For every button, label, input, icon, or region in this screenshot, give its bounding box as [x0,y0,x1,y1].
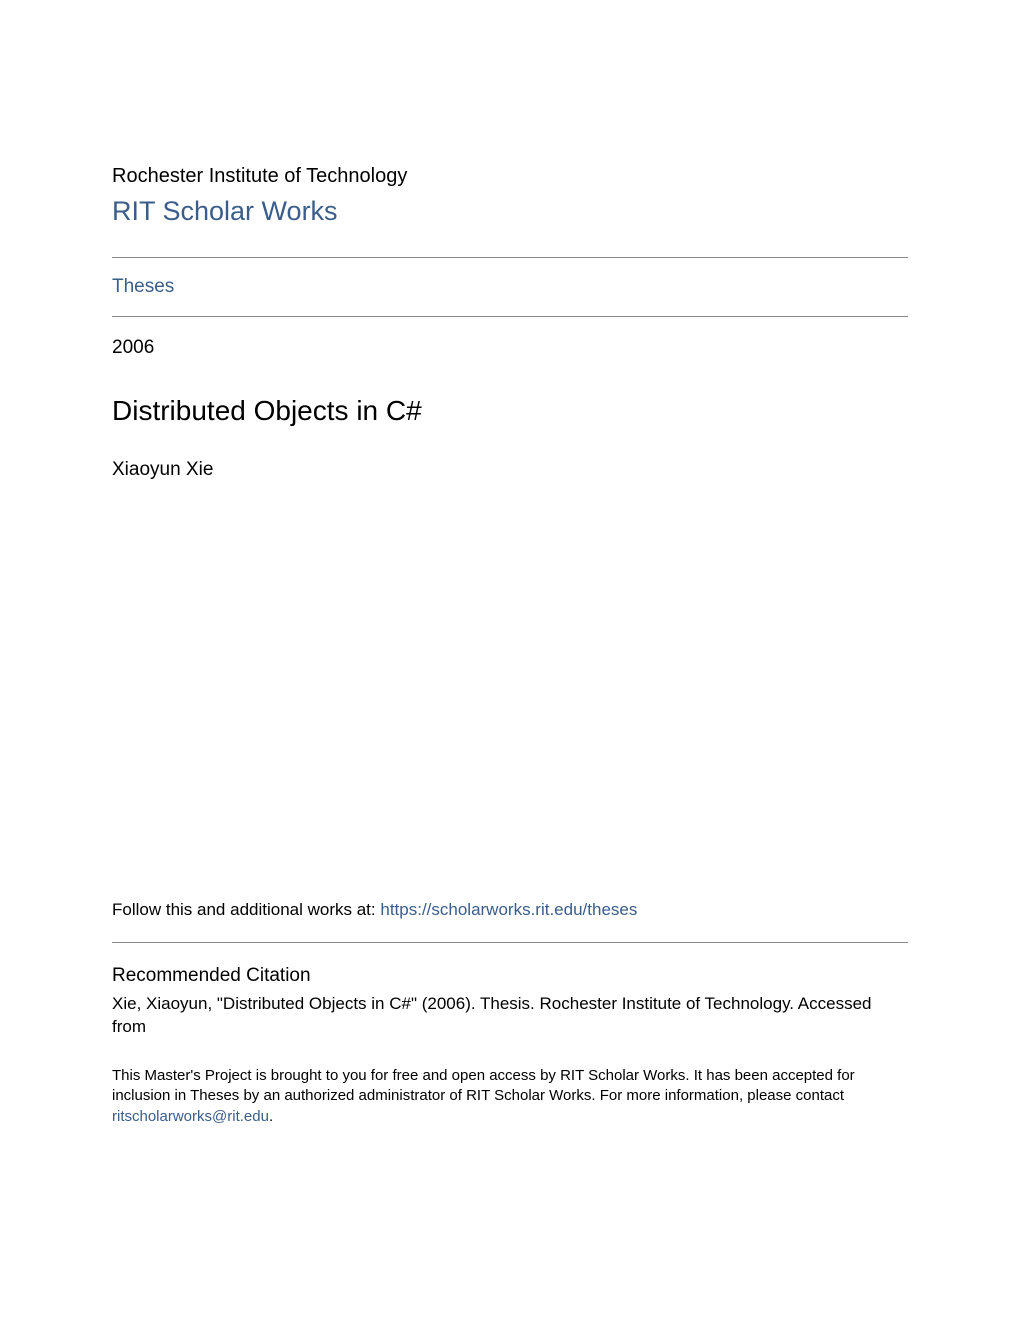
footer-text-after: . [269,1108,273,1125]
contact-email-link[interactable]: ritscholarworks@rit.edu [112,1108,269,1125]
citation-heading: Recommended Citation [112,965,908,987]
paper-title: Distributed Objects in C# [112,395,908,427]
collection-link[interactable]: Theses [112,276,174,297]
publication-year: 2006 [112,337,908,359]
follow-link[interactable]: https://scholarworks.rit.edu/theses [380,900,637,919]
citation-text: Xie, Xiaoyun, "Distributed Objects in C#… [112,993,908,1039]
footer-text-before: This Master's Project is brought to you … [112,1067,855,1104]
repository-link[interactable]: RIT Scholar Works [112,196,338,226]
divider-bottom [112,316,908,317]
collection-row: Theses [112,258,908,316]
follow-text: Follow this and additional works at: htt… [112,900,908,920]
institution-name: Rochester Institute of Technology [112,165,908,188]
follow-prefix: Follow this and additional works at: [112,900,380,919]
footer-text: This Master's Project is brought to you … [112,1066,908,1127]
repository-name: RIT Scholar Works [112,196,908,227]
cover-page: Rochester Institute of Technology RIT Sc… [0,0,1020,481]
author-name: Xiaoyun Xie [112,459,908,481]
footer-section: This Master's Project is brought to you … [112,1066,908,1127]
follow-section: Follow this and additional works at: htt… [112,900,908,1039]
divider-citation [112,942,908,943]
